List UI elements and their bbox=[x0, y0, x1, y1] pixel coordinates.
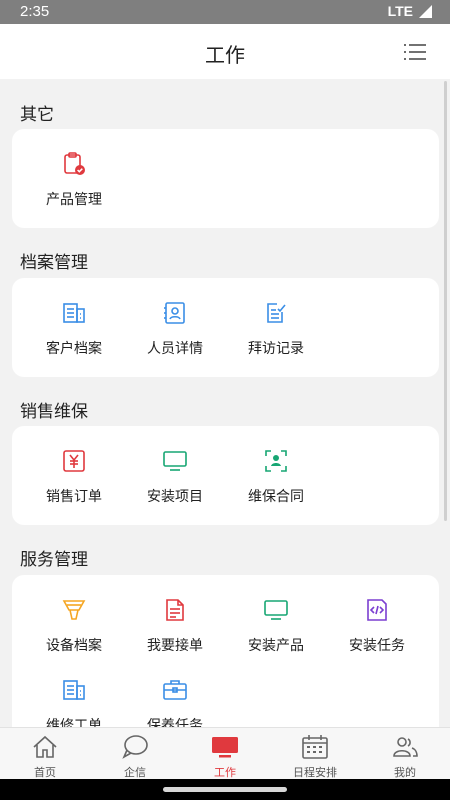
item-label: 人员详情 bbox=[147, 340, 203, 356]
network-type: LTE bbox=[387, 3, 413, 19]
people-icon bbox=[393, 737, 418, 757]
section-title-other: 其它 bbox=[20, 105, 54, 124]
tab-label: 我的 bbox=[394, 767, 416, 779]
item-label: 拜访记录 bbox=[248, 340, 304, 356]
item-label: 维保合同 bbox=[248, 488, 304, 504]
yen-icon bbox=[63, 450, 85, 472]
section-title-service: 服务管理 bbox=[20, 550, 88, 569]
monitor-icon bbox=[264, 600, 288, 620]
funnel-icon bbox=[62, 600, 86, 620]
home-icon bbox=[33, 735, 57, 758]
bottom-tab-bar: 首页 企信 工作 日程安排 我的 bbox=[0, 727, 450, 779]
tab-label: 日程安排 bbox=[293, 767, 337, 779]
status-bar: 2:35 LTE bbox=[0, 0, 450, 24]
tab-profile[interactable]: 我的 bbox=[360, 728, 450, 779]
item-equipment-archive[interactable]: 设备档案 bbox=[24, 597, 124, 655]
item-install-task[interactable]: 安装任务 bbox=[327, 597, 427, 655]
signal-icon bbox=[419, 4, 432, 18]
item-personnel-details[interactable]: 人员详情 bbox=[125, 300, 225, 358]
item-label: 保养任务 bbox=[147, 717, 203, 727]
section-card-service: 设备档案 我要接单 安装产品 安装任务 维修工单 保养任务 bbox=[12, 575, 439, 727]
scan-person-icon bbox=[265, 450, 287, 472]
item-repair-order[interactable]: 维修工单 bbox=[24, 677, 124, 727]
system-nav-bar bbox=[0, 779, 450, 800]
section-card-archives: 客户档案 人员详情 拜访记录 bbox=[12, 278, 439, 377]
item-maintenance-task[interactable]: 保养任务 bbox=[125, 677, 225, 727]
section-title-archives: 档案管理 bbox=[20, 253, 88, 272]
chat-icon bbox=[122, 735, 148, 759]
item-label: 销售订单 bbox=[46, 488, 102, 504]
person-card-icon bbox=[164, 302, 185, 324]
code-file-icon bbox=[367, 599, 387, 621]
calendar-icon bbox=[302, 735, 328, 759]
item-sales-order[interactable]: 销售订单 bbox=[24, 448, 124, 506]
page-title: 工作 bbox=[205, 45, 245, 67]
tab-label: 首页 bbox=[34, 767, 56, 779]
item-install-project[interactable]: 安装项目 bbox=[125, 448, 225, 506]
tab-label: 企信 bbox=[124, 767, 146, 779]
menu-list-icon[interactable] bbox=[404, 44, 426, 60]
item-label: 我要接单 bbox=[147, 637, 203, 653]
scrollbar[interactable] bbox=[444, 81, 447, 521]
item-visit-records[interactable]: 拜访记录 bbox=[226, 300, 326, 358]
item-product-management[interactable]: 产品管理 bbox=[24, 151, 124, 209]
work-monitor-icon bbox=[212, 737, 238, 758]
status-indicators: LTE bbox=[388, 3, 432, 19]
item-label: 安装项目 bbox=[147, 488, 203, 504]
tab-work[interactable]: 工作 bbox=[180, 728, 270, 779]
item-label: 产品管理 bbox=[46, 191, 102, 207]
item-install-product[interactable]: 安装产品 bbox=[226, 597, 326, 655]
item-label: 安装任务 bbox=[349, 637, 405, 653]
item-label: 设备档案 bbox=[46, 637, 102, 653]
section-card-sales: 销售订单 安装项目 维保合同 bbox=[12, 426, 439, 525]
document-icon bbox=[166, 599, 184, 621]
item-accept-order[interactable]: 我要接单 bbox=[125, 597, 225, 655]
edit-document-icon bbox=[267, 303, 286, 323]
tab-label: 工作 bbox=[214, 767, 236, 779]
clipboard-check-icon bbox=[64, 152, 85, 175]
work-content[interactable]: 其它 产品管理 档案管理 客户档案 人员详情 拜访记录 销售维保 销售订单 安装… bbox=[0, 79, 450, 727]
monitor-icon bbox=[163, 451, 187, 471]
app-bar: 工作 bbox=[0, 24, 450, 79]
item-label: 维修工单 bbox=[46, 717, 102, 727]
tab-home[interactable]: 首页 bbox=[0, 728, 90, 779]
building-icon bbox=[63, 680, 85, 700]
tab-schedule[interactable]: 日程安排 bbox=[270, 728, 360, 779]
building-icon bbox=[63, 303, 85, 323]
item-label: 客户档案 bbox=[46, 340, 102, 356]
section-card-other: 产品管理 bbox=[12, 129, 439, 228]
item-customer-archive[interactable]: 客户档案 bbox=[24, 300, 124, 358]
item-maintenance-contract[interactable]: 维保合同 bbox=[226, 448, 326, 506]
section-title-sales: 销售维保 bbox=[20, 402, 88, 421]
status-time: 2:35 bbox=[20, 3, 50, 20]
home-gesture-handle[interactable] bbox=[163, 787, 287, 792]
toolbox-icon bbox=[163, 680, 187, 700]
item-label: 安装产品 bbox=[248, 637, 304, 653]
tab-messages[interactable]: 企信 bbox=[90, 728, 180, 779]
